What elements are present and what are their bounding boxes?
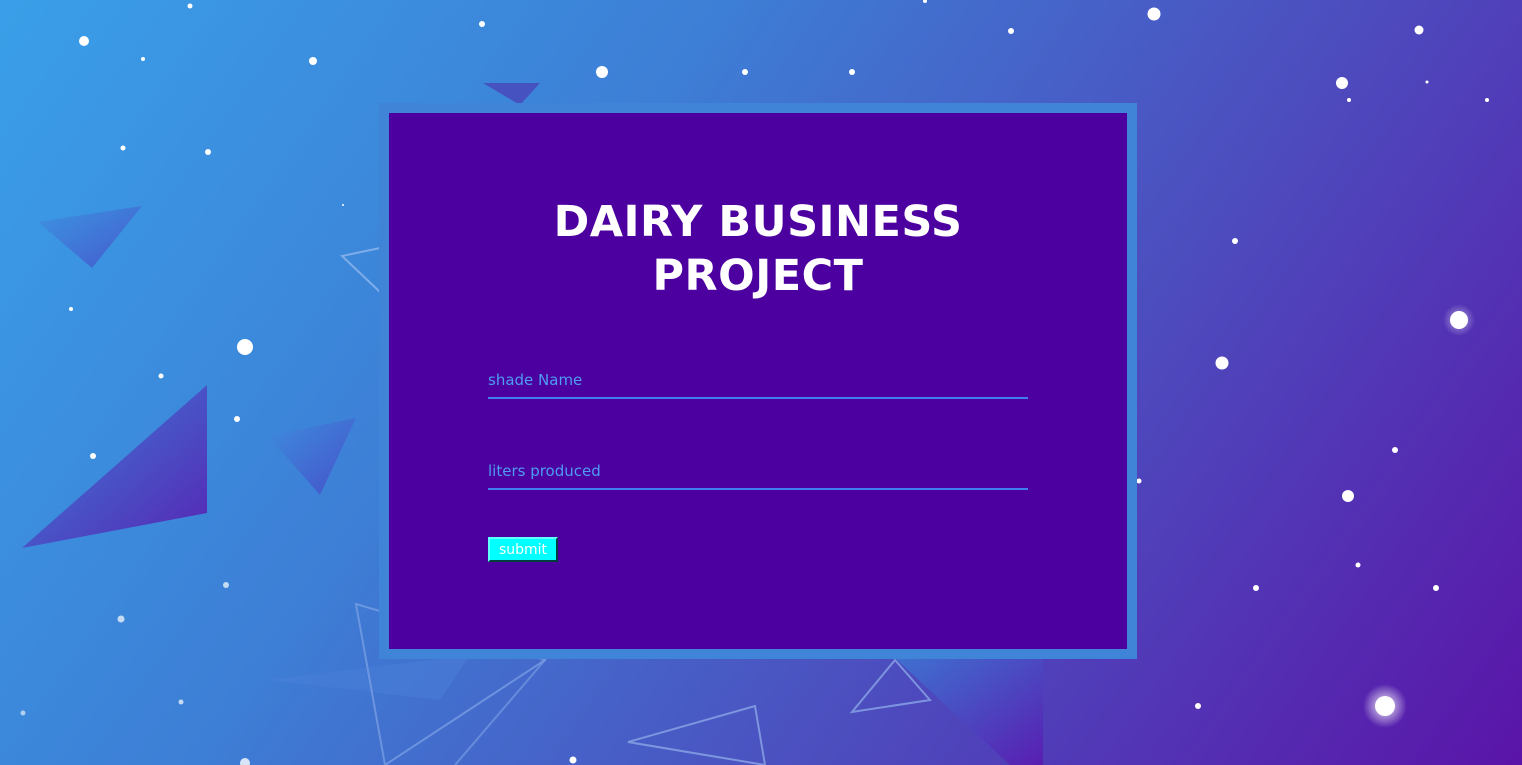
shade-name-input[interactable]	[488, 363, 1028, 397]
decor-triangle	[22, 385, 207, 548]
submit-button[interactable]: submit	[488, 537, 558, 562]
form-card: DAIRY BUSINESS PROJECT submit	[389, 113, 1127, 649]
decor-triangle	[895, 658, 1043, 765]
liters-produced-field	[488, 454, 1028, 490]
liters-produced-input[interactable]	[488, 454, 1028, 488]
form-card-border: DAIRY BUSINESS PROJECT submit	[379, 103, 1137, 659]
decor-triangle	[38, 206, 142, 268]
shade-name-field	[488, 363, 1028, 399]
page-title: DAIRY BUSINESS PROJECT	[389, 195, 1127, 303]
decor-triangle-outline	[339, 246, 381, 295]
title-line-1: DAIRY BUSINESS	[553, 197, 963, 247]
title-line-2: PROJECT	[652, 251, 864, 301]
decor-triangle	[483, 83, 540, 105]
decor-triangle	[268, 418, 356, 495]
decor-triangle-outline	[627, 704, 767, 765]
